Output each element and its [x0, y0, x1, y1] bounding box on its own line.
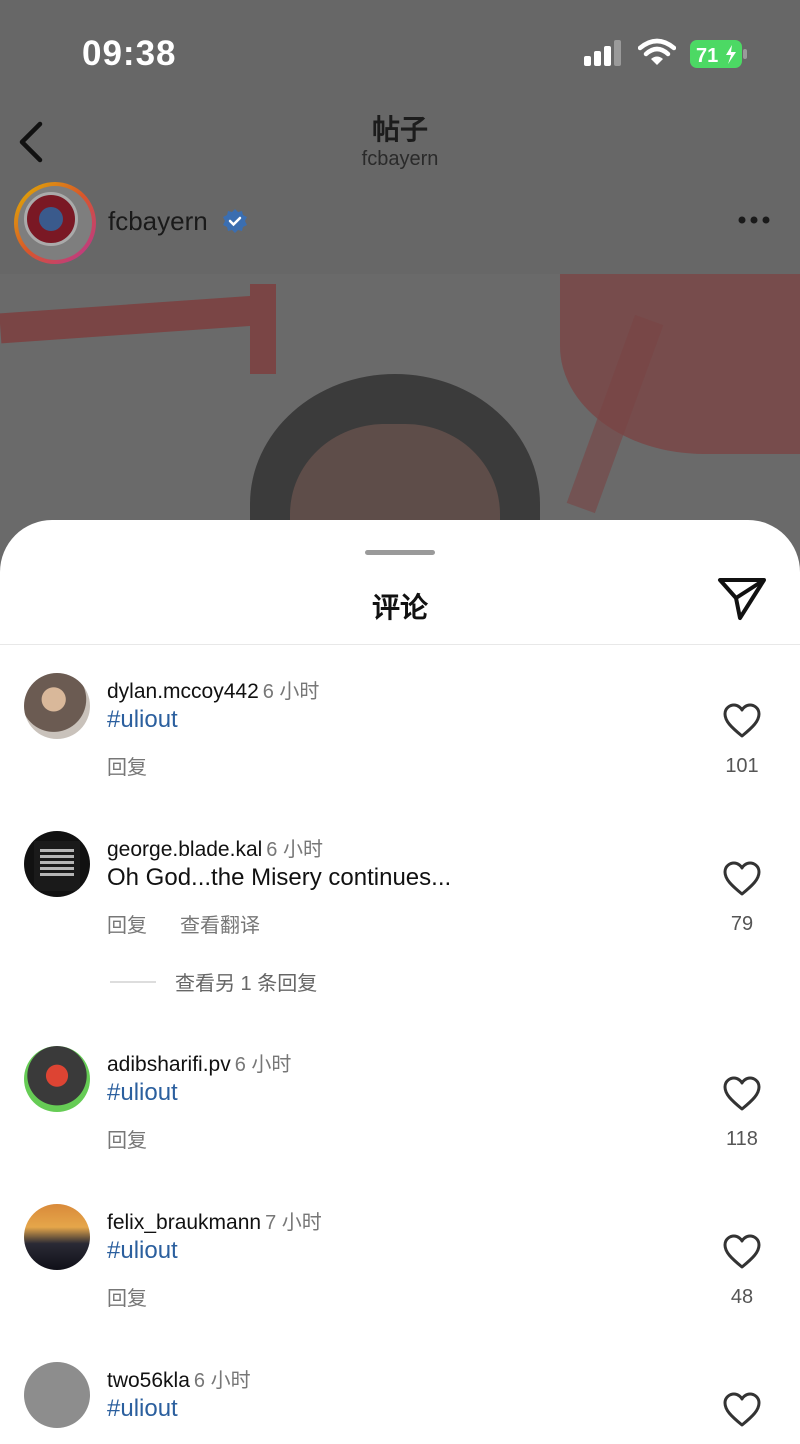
comment-time: 6 小时 [234, 1054, 292, 1076]
comment-time: 6 小时 [193, 1370, 251, 1392]
avatar[interactable] [24, 673, 90, 739]
post-avatar[interactable] [14, 182, 96, 264]
comment-username[interactable]: george.blade.kal 6 小时 [107, 833, 323, 862]
comment-hashtag[interactable]: #uliout [107, 1395, 178, 1423]
reply-button[interactable]: 回复 [107, 909, 147, 938]
sheet-title: 评论 [371, 592, 428, 623]
page-title: 帖子 [371, 114, 428, 145]
comment-text: Oh God...the Misery continues... [107, 864, 452, 891]
sheet-handle[interactable] [365, 550, 435, 555]
avatar[interactable] [24, 831, 90, 897]
comment-username[interactable]: two56kla 6 小时 [107, 1364, 251, 1393]
heart-icon[interactable] [723, 1392, 761, 1428]
comment-username[interactable]: dylan.mccoy442 6 小时 [107, 675, 319, 704]
comments-sheet: 评论 dylan.mccoy442 6 小时 #uliout 回复 101 geo… [0, 520, 800, 1444]
battery-level: 71 [696, 45, 718, 67]
like-count: 79 [730, 913, 754, 935]
reply-button[interactable]: 回复 [107, 1124, 147, 1153]
heart-icon[interactable] [723, 1234, 761, 1270]
sheet-divider [0, 644, 800, 645]
battery-icon: 71 [690, 40, 747, 68]
comment-time: 6 小时 [262, 681, 320, 703]
post-username[interactable]: fcbayern [108, 206, 208, 237]
like-count: 48 [730, 1286, 754, 1308]
comment-hashtag[interactable]: #uliout [107, 706, 178, 734]
heart-icon[interactable] [723, 861, 761, 897]
comment-username[interactable]: felix_braukmann 7 小时 [107, 1206, 322, 1235]
nav-bar: 帖子 fcbayern [0, 100, 800, 180]
comment-time: 6 小时 [266, 839, 323, 861]
comment-hashtag[interactable]: #uliout [107, 1237, 178, 1265]
send-icon[interactable] [716, 576, 768, 622]
club-logo [24, 192, 78, 246]
heart-icon[interactable] [723, 1076, 761, 1112]
view-more-replies-label: 查看另 1 条回复 [175, 973, 318, 995]
avatar[interactable] [24, 1362, 90, 1428]
status-bar: 09:38 71 [0, 0, 800, 100]
translate-button[interactable]: 查看翻译 [180, 909, 260, 938]
post-header: fcbayern [0, 182, 800, 272]
more-icon[interactable] [736, 214, 772, 226]
heart-icon[interactable] [723, 703, 761, 739]
comment-username[interactable]: adibsharifi.pv 6 小时 [107, 1048, 291, 1077]
verified-icon [223, 209, 247, 233]
like-count: 118 [726, 1128, 758, 1150]
signal-icon [584, 40, 621, 66]
reply-button[interactable]: 回复 [107, 751, 147, 780]
avatar[interactable] [24, 1204, 90, 1270]
comment-time: 7 小时 [265, 1212, 322, 1234]
reply-button[interactable]: 回复 [107, 1282, 147, 1311]
avatar[interactable] [24, 1046, 90, 1112]
comment-hashtag[interactable]: #uliout [107, 1079, 178, 1107]
status-time: 09:38 [82, 34, 177, 73]
page-subtitle: fcbayern [361, 148, 439, 170]
wifi-icon [638, 38, 676, 65]
like-count: 101 [725, 755, 759, 777]
